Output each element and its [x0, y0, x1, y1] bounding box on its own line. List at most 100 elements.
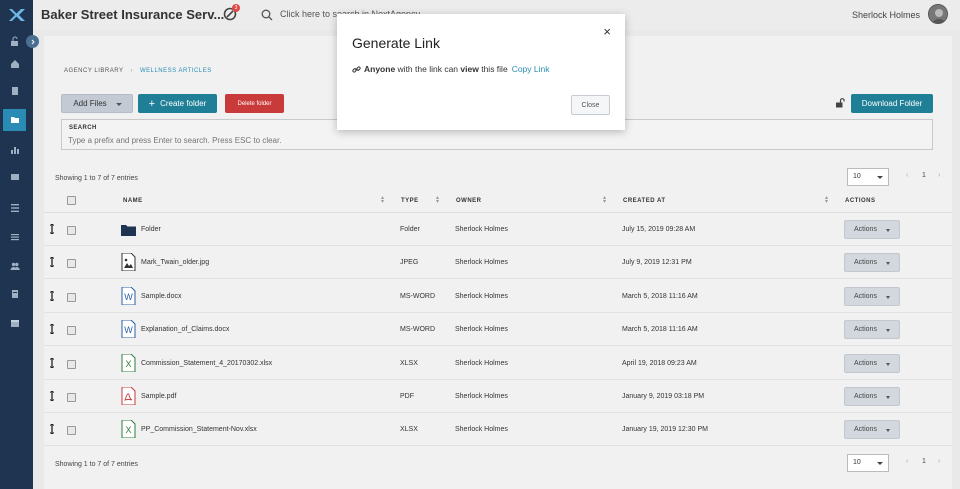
sidebar-item-book[interactable]	[3, 283, 26, 305]
table-row[interactable]: X PP_Commission_Statement-Nov.xlsx XLSX She…	[44, 413, 952, 447]
sidebar-item-lock[interactable]	[3, 30, 26, 52]
table-row[interactable]: W Explanation_of_Claims.docx MS-WORD Sherlo…	[44, 313, 952, 347]
file-name[interactable]: PP_Commission_Statement-Nov.xlsx	[141, 426, 257, 433]
row-checkbox[interactable]	[67, 226, 76, 235]
sidebar-item-menu[interactable]	[3, 226, 26, 248]
prev-page-button[interactable]: ‹	[906, 458, 908, 465]
sort-icon[interactable]: ▴ ▾	[825, 195, 828, 205]
avatar[interactable]	[928, 4, 948, 24]
user-name[interactable]: Sherlock Holmes	[852, 10, 920, 20]
column-header-name[interactable]: NAME	[123, 198, 143, 204]
drag-handle-icon[interactable]	[50, 224, 54, 234]
next-page-button[interactable]: ›	[938, 172, 940, 179]
file-owner: Sherlock Holmes	[455, 426, 508, 434]
column-header-owner[interactable]: OWNER	[456, 198, 482, 204]
drag-handle-icon[interactable]	[50, 391, 54, 401]
download-folder-button[interactable]: Download Folder	[851, 94, 933, 113]
chevron-down-icon	[886, 262, 890, 266]
modal-close-button[interactable]: ×	[603, 24, 611, 39]
add-files-button[interactable]: Add Files	[61, 94, 133, 113]
column-header-type[interactable]: TYPE	[401, 198, 419, 204]
document-icon	[11, 87, 18, 95]
actions-dropdown[interactable]: Actions	[844, 286, 900, 306]
select-all-checkbox[interactable]	[67, 196, 76, 205]
file-created-at: July 15, 2019 09:28 AM	[622, 226, 696, 233]
unlock-icon[interactable]	[835, 98, 845, 108]
breadcrumb-agency-library[interactable]: AGENCY LIBRARY	[64, 68, 123, 74]
file-name[interactable]: Mark_Twain_older.jpg	[141, 259, 209, 266]
app-logo[interactable]	[0, 0, 33, 30]
sidebar-item-reports[interactable]	[3, 139, 26, 161]
delete-folder-button[interactable]: Delete folder	[225, 94, 284, 113]
drag-handle-icon[interactable]	[50, 424, 54, 435]
sidebar-item-home[interactable]	[3, 53, 26, 75]
chevron-down-icon	[116, 103, 122, 106]
list-icon	[10, 204, 19, 212]
sidebar-item-documents[interactable]	[3, 80, 26, 102]
chevron-down-icon	[877, 462, 883, 465]
sidebar-item-list[interactable]	[3, 197, 26, 219]
drag-handle-icon[interactable]	[50, 324, 54, 335]
file-name[interactable]: Sample.docx	[141, 293, 181, 300]
file-owner: Sherlock Holmes	[455, 259, 508, 267]
file-name[interactable]: Explanation_of_Claims.docx	[141, 326, 229, 333]
table-row[interactable]: Folder Folder Sherlock Holmes July 15, 2019…	[44, 213, 952, 246]
row-checkbox[interactable]	[67, 292, 76, 302]
actions-label: Actions	[854, 226, 877, 233]
actions-dropdown[interactable]: Actions	[844, 320, 900, 340]
row-checkbox[interactable]	[67, 393, 76, 402]
sort-icon[interactable]: ▴ ▾	[603, 195, 606, 205]
chevron-down-icon	[886, 362, 890, 366]
file-name[interactable]: Folder	[141, 226, 161, 233]
file-name[interactable]: Sample.pdf	[141, 393, 176, 400]
sidebar-item-mail[interactable]	[3, 166, 26, 188]
drag-handle-icon[interactable]	[50, 257, 54, 268]
table-row[interactable]: Sample.pdf PDF Sherlock Holmes January 9, 2…	[44, 380, 952, 413]
table-row[interactable]: X Commission_Statement_4_20170302.xlsx XLS…	[44, 347, 952, 380]
sidebar-item-users[interactable]	[3, 255, 26, 277]
row-checkbox[interactable]	[67, 326, 76, 336]
sort-icon[interactable]: ▴ ▾	[436, 195, 439, 205]
svg-text:W: W	[124, 325, 133, 335]
page-number[interactable]: 1	[922, 172, 926, 179]
folder-icon	[121, 220, 136, 238]
actions-label: Actions	[854, 393, 877, 400]
actions-dropdown[interactable]: Actions	[844, 387, 900, 406]
modal-title: Generate Link	[352, 35, 440, 51]
create-folder-button[interactable]: + Create folder	[138, 94, 217, 113]
row-checkbox[interactable]	[67, 426, 76, 436]
sidebar-item-library[interactable]	[3, 109, 26, 131]
word-file-icon: W	[121, 286, 136, 306]
file-name[interactable]: Commission_Statement_4_20170302.xlsx	[141, 360, 272, 367]
row-checkbox[interactable]	[67, 259, 76, 269]
sidebar-expand-button[interactable]	[26, 35, 39, 48]
search-input[interactable]	[68, 134, 918, 147]
chevron-down-icon	[886, 295, 890, 299]
excel-file-icon: X	[121, 353, 136, 373]
sidebar-item-calendar[interactable]	[3, 312, 26, 334]
table-row[interactable]: Mark_Twain_older.jpg JPEG Sherlock Holmes J…	[44, 246, 952, 280]
page-size-select-top[interactable]: 10	[847, 168, 889, 186]
actions-label: Actions	[854, 426, 877, 434]
chevron-down-icon	[886, 429, 890, 433]
table-row[interactable]: W Sample.docx MS-WORD Sherlock Holmes March …	[44, 280, 952, 313]
breadcrumb-separator: ›	[130, 68, 133, 74]
column-header-created-at[interactable]: CREATED AT	[623, 198, 666, 204]
calendar-icon	[10, 320, 19, 327]
close-button[interactable]: Close	[571, 95, 610, 115]
page-number[interactable]: 1	[922, 458, 926, 465]
drag-handle-icon[interactable]	[50, 357, 54, 368]
actions-dropdown[interactable]: Actions	[844, 420, 900, 440]
actions-dropdown[interactable]: Actions	[844, 220, 900, 239]
prev-page-button[interactable]: ‹	[906, 172, 908, 179]
copy-link-button[interactable]: Copy Link	[512, 64, 550, 74]
search-icon[interactable]	[261, 9, 273, 21]
drag-handle-icon[interactable]	[50, 290, 54, 301]
sort-icon[interactable]: ▴ ▾	[381, 195, 384, 205]
actions-dropdown[interactable]: Actions	[844, 353, 900, 373]
row-checkbox[interactable]	[67, 359, 76, 369]
next-page-button[interactable]: ›	[938, 458, 940, 465]
breadcrumb-wellness-articles[interactable]: WELLNESS ARTICLES	[140, 68, 212, 74]
actions-dropdown[interactable]: Actions	[844, 253, 900, 273]
page-size-select-bottom[interactable]: 10	[847, 454, 889, 472]
